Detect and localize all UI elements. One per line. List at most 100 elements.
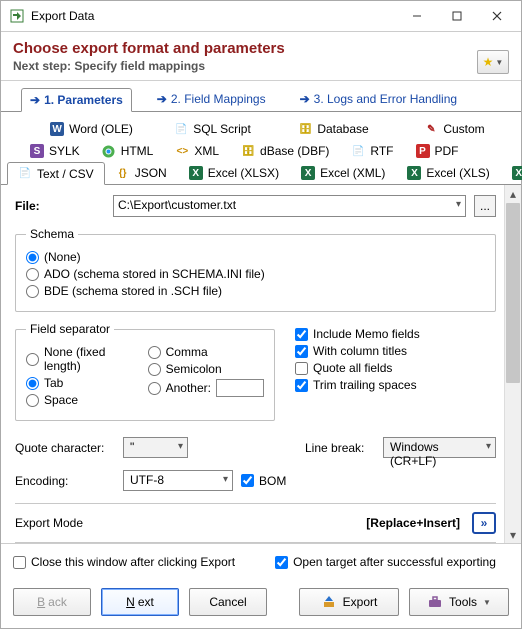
format-rtf[interactable]: 📄RTF bbox=[340, 140, 404, 162]
encoding-label: Encoding: bbox=[15, 474, 115, 488]
format-xlsx[interactable]: XExcel (XLSX) bbox=[178, 162, 290, 184]
titlebar: Export Data bbox=[1, 1, 521, 31]
format-custom[interactable]: ✎Custom bbox=[394, 118, 515, 140]
sep-another-radio[interactable] bbox=[148, 382, 161, 395]
excel-icon: X bbox=[301, 166, 315, 180]
page-subtitle: Next step: Specify field mappings bbox=[13, 59, 285, 73]
minimize-button[interactable] bbox=[397, 2, 437, 30]
format-xml[interactable]: <>XML bbox=[164, 140, 230, 162]
favorites-dropdown[interactable]: ★ ▼ bbox=[477, 50, 509, 74]
export-icon bbox=[321, 595, 337, 609]
format-dbf[interactable]: 🗄dBase (DBF) bbox=[230, 140, 340, 162]
encoding-dropdown[interactable]: UTF-8 bbox=[123, 470, 233, 491]
export-mode-row: Export Mode [Replace+Insert] » bbox=[15, 503, 496, 542]
schema-group: Schema (None) ADO (schema stored in SCHE… bbox=[15, 227, 496, 312]
close-after-export-check[interactable] bbox=[13, 556, 26, 569]
export-button[interactable]: Export bbox=[299, 588, 399, 616]
format-json[interactable]: {}JSON bbox=[105, 162, 178, 184]
scroll-thumb[interactable] bbox=[506, 203, 520, 383]
sep-space-radio[interactable] bbox=[26, 394, 39, 407]
excel-icon: X bbox=[512, 166, 522, 180]
sep-none-radio[interactable] bbox=[26, 353, 39, 366]
tab-parameters[interactable]: ➔ 1. Parameters bbox=[21, 88, 132, 112]
xml-icon: <> bbox=[175, 144, 189, 158]
tab-logs[interactable]: ➔ 3. Logs and Error Handling bbox=[291, 87, 466, 111]
format-sql[interactable]: 📄SQL Script bbox=[152, 118, 273, 140]
format-pdf[interactable]: PPDF bbox=[405, 140, 470, 162]
chrome-icon bbox=[102, 144, 116, 158]
json-icon: {} bbox=[116, 166, 130, 180]
excel-icon: X bbox=[407, 166, 421, 180]
schema-legend: Schema bbox=[26, 227, 78, 241]
tools-button[interactable]: Tools ▼ bbox=[409, 588, 509, 616]
separator-legend: Field separator bbox=[26, 322, 114, 336]
browse-button[interactable]: ... bbox=[474, 195, 496, 217]
step-tabs: ➔ 1. Parameters ➔ 2. Field Mappings ➔ 3.… bbox=[1, 81, 521, 112]
open-target-check[interactable] bbox=[275, 556, 288, 569]
format-tabs: WWord (OLE) 📄SQL Script 🗄Database ✎Custo… bbox=[1, 112, 521, 185]
back-button[interactable]: Back bbox=[13, 588, 91, 616]
format-xls[interactable]: XExcel (XLS) bbox=[396, 162, 500, 184]
tab-field-mappings[interactable]: ➔ 2. Field Mappings bbox=[148, 87, 275, 111]
bom-check[interactable] bbox=[241, 474, 254, 487]
app-icon bbox=[9, 9, 25, 23]
export-mode-label: Export Mode bbox=[15, 516, 83, 530]
format-word[interactable]: WWord (OLE) bbox=[31, 118, 152, 140]
check-trim[interactable] bbox=[295, 379, 308, 392]
arrow-icon: ➔ bbox=[300, 92, 310, 106]
file-label: File: bbox=[15, 199, 105, 213]
schema-ado-radio[interactable] bbox=[26, 268, 39, 281]
format-csv[interactable]: 📄Text / CSV bbox=[7, 162, 105, 185]
csv-icon: 📄 bbox=[18, 167, 32, 181]
record-range-row: Record range [All] » bbox=[15, 542, 496, 543]
footer-options: Close this window after clicking Export … bbox=[1, 543, 521, 580]
custom-icon: ✎ bbox=[424, 122, 438, 136]
format-sylk[interactable]: SSYLK bbox=[19, 140, 91, 162]
parameters-panel: File: C:\Export\customer.txt ... Schema … bbox=[1, 185, 504, 543]
pdf-icon: P bbox=[416, 144, 430, 158]
sep-comma-radio[interactable] bbox=[148, 346, 161, 359]
sep-another-input[interactable] bbox=[216, 379, 264, 397]
cancel-button[interactable]: Cancel bbox=[189, 588, 267, 616]
close-button[interactable] bbox=[477, 2, 517, 30]
linebreak-dropdown[interactable]: Windows (CR+LF) bbox=[383, 437, 496, 458]
rtf-icon: 📄 bbox=[351, 144, 365, 158]
quote-label: Quote character: bbox=[15, 441, 115, 455]
schema-bde-radio[interactable] bbox=[26, 285, 39, 298]
next-button[interactable]: Next bbox=[101, 588, 179, 616]
format-excel-ole[interactable]: XExcel (OLE) bbox=[501, 162, 522, 184]
check-cols[interactable] bbox=[295, 345, 308, 358]
sep-semicolon-radio[interactable] bbox=[148, 363, 161, 376]
check-quote[interactable] bbox=[295, 362, 308, 375]
database-icon: 🗄 bbox=[298, 122, 312, 136]
footer-buttons: Back Next Cancel Export Tools ▼ bbox=[1, 580, 521, 628]
vertical-scrollbar[interactable]: ▴ ▾ bbox=[504, 185, 521, 543]
page-title: Choose export format and parameters bbox=[13, 40, 285, 57]
arrow-icon: ➔ bbox=[30, 93, 40, 107]
wizard-header: Choose export format and parameters Next… bbox=[1, 31, 521, 81]
format-database[interactable]: 🗄Database bbox=[273, 118, 394, 140]
word-icon: W bbox=[50, 122, 64, 136]
format-excel-xml[interactable]: XExcel (XML) bbox=[290, 162, 396, 184]
sql-icon: 📄 bbox=[174, 122, 188, 136]
linebreak-label: Line break: bbox=[305, 441, 375, 455]
check-memo[interactable] bbox=[295, 328, 308, 341]
excel-icon: X bbox=[189, 166, 203, 180]
sep-tab-radio[interactable] bbox=[26, 377, 39, 390]
separator-group: Field separator None (fixed length) Tab … bbox=[15, 322, 275, 421]
schema-none-radio[interactable] bbox=[26, 251, 39, 264]
format-html[interactable]: HTML bbox=[91, 140, 165, 162]
dbf-icon: 🗄 bbox=[241, 144, 255, 158]
maximize-button[interactable] bbox=[437, 2, 477, 30]
file-path-combo[interactable]: C:\Export\customer.txt bbox=[113, 195, 466, 217]
star-icon: ★ bbox=[483, 55, 494, 69]
export-data-window: Export Data Choose export format and par… bbox=[0, 0, 522, 629]
scroll-down-icon[interactable]: ▾ bbox=[505, 526, 521, 543]
toolbox-icon bbox=[427, 595, 443, 609]
export-mode-expand[interactable]: » bbox=[472, 512, 496, 534]
quote-char-dropdown[interactable]: " bbox=[123, 437, 188, 458]
scroll-up-icon[interactable]: ▴ bbox=[505, 185, 521, 202]
sylk-icon: S bbox=[30, 144, 44, 158]
arrow-icon: ➔ bbox=[157, 92, 167, 106]
export-mode-value: [Replace+Insert] bbox=[366, 516, 460, 530]
